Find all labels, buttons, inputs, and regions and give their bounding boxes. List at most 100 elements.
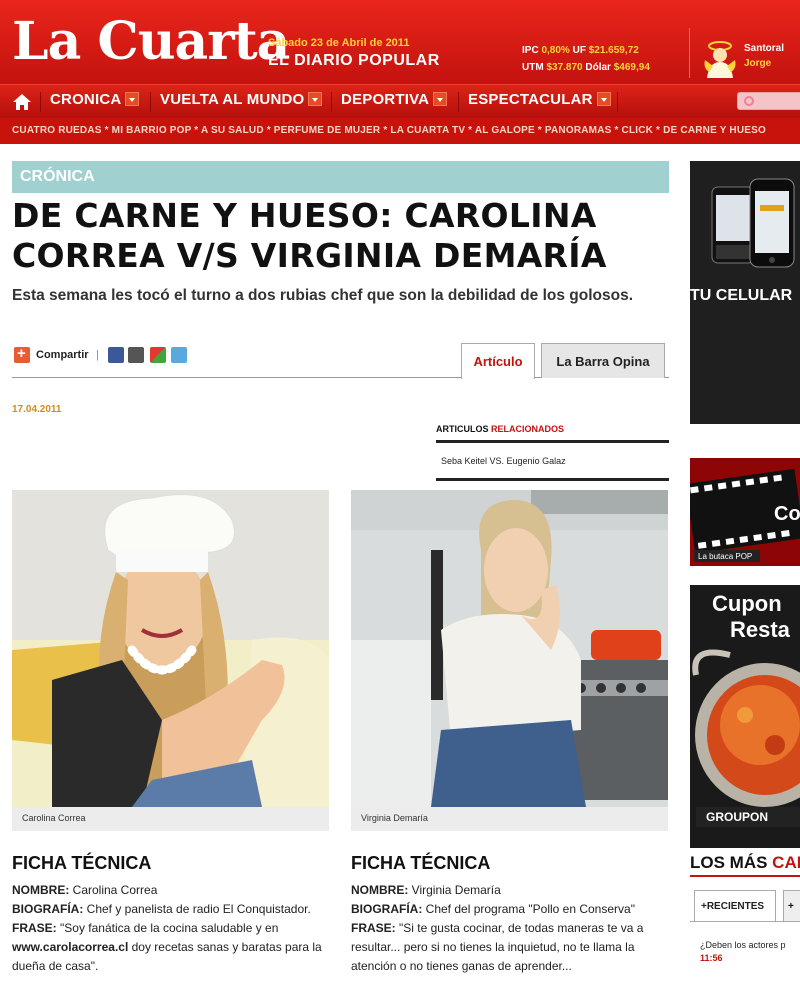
- santoral-label: Santoral: [744, 43, 785, 54]
- chevron-down-icon[interactable]: [596, 92, 611, 106]
- ad-text: TU CELULAR: [690, 287, 793, 304]
- los-mas-a: LOS MÁS: [690, 853, 773, 872]
- nav-divider: [331, 92, 332, 112]
- article-date: 17.04.2011: [12, 404, 62, 415]
- nav-item-label: ESPECTACULAR: [468, 91, 593, 108]
- news-time: 11:56: [700, 953, 723, 963]
- ad-la-butaca-pop[interactable]: Co La butaca POP: [690, 458, 800, 566]
- indicator-value: $469,94: [613, 62, 650, 73]
- photo-image: [351, 490, 668, 807]
- field-value: Virginia Demaría: [408, 883, 501, 897]
- chevron-down-icon[interactable]: [433, 92, 448, 106]
- ad-phone-banner[interactable]: TU CELULAR: [690, 161, 800, 424]
- indicator-label: UTM: [522, 62, 544, 73]
- tab-articulo[interactable]: Artículo: [461, 343, 535, 379]
- ficha-tecnica-carolina: NOMBRE: Carolina Correa BIOGRAFÍA: Chef …: [12, 881, 330, 976]
- chevron-down-icon[interactable]: [308, 92, 323, 106]
- nav-divider: [150, 92, 151, 112]
- section-bar: CRÓNICA: [12, 161, 669, 193]
- search-input[interactable]: [737, 92, 800, 110]
- related-title-b: RELACIONADOS: [491, 424, 565, 434]
- website-link[interactable]: www.carolacorrea.cl: [12, 940, 128, 954]
- twitter-icon[interactable]: [171, 347, 187, 363]
- field-label: BIOGRAFÍA:: [12, 902, 84, 916]
- share-divider: |: [96, 349, 99, 361]
- site-header: La Cuarta Sábado 23 de Abril de 2011 EL …: [0, 0, 800, 84]
- home-icon[interactable]: [12, 93, 32, 111]
- ad-brand: La butaca POP: [698, 552, 752, 561]
- photo-virginia-demaria[interactable]: [351, 490, 668, 807]
- photo-caption: Virginia Demaría: [351, 807, 668, 831]
- ficha-tecnica-heading: FICHA TÉCNICA: [12, 853, 152, 873]
- main-nav: CRONICA VUELTA AL MUNDO DEPORTIVA ESPECT…: [0, 84, 800, 118]
- ficha-tecnica-virginia: NOMBRE: Virginia Demaría BIOGRAFÍA: Chef…: [351, 881, 669, 976]
- indicator-value: $21.659,72: [588, 45, 639, 56]
- page: La Cuarta Sábado 23 de Abril de 2011 EL …: [0, 0, 800, 987]
- header-divider: [689, 28, 690, 78]
- sub-nav: CUATRO RUEDAS * MI BARRIO POP * A SU SAL…: [0, 118, 800, 144]
- field-value: "Soy fanática de la cocina saludable y e…: [56, 921, 279, 935]
- nav-divider: [458, 92, 459, 112]
- related-link[interactable]: Seba Keitel VS. Eugenio Galaz: [436, 443, 669, 481]
- indicator-label: Dólar: [585, 62, 611, 73]
- headline-line: CORREA V/S VIRGINIA DEMARÍA: [12, 236, 607, 275]
- news-link[interactable]: ¿Deben los actores p: [700, 940, 786, 950]
- nav-divider: [617, 92, 618, 112]
- saint-icon[interactable]: [703, 38, 737, 78]
- sub-nav-links[interactable]: CUATRO RUEDAS * MI BARRIO POP * A SU SAL…: [12, 125, 766, 136]
- svg-text:Co: Co: [774, 503, 800, 525]
- tab-more[interactable]: +: [783, 890, 800, 922]
- photo-caption: Carolina Correa: [12, 807, 329, 831]
- los-mas-b: CAL: [772, 853, 800, 872]
- nav-item-label: CRONICA: [50, 91, 122, 108]
- film-strip-image: Co La butaca POP: [690, 458, 800, 566]
- los-mas-divider: [690, 875, 800, 877]
- tab-underline: [690, 921, 800, 922]
- site-logo[interactable]: La Cuarta: [12, 14, 290, 70]
- section-label[interactable]: CRÓNICA: [20, 168, 95, 186]
- field-label: BIOGRAFÍA:: [351, 902, 423, 916]
- ad-line: Resta: [730, 617, 790, 642]
- tab-recientes[interactable]: +RECIENTES: [694, 890, 776, 922]
- economic-indicators: IPC 0,80% UF $21.659,72 UTM $37.870 Dóla…: [522, 42, 650, 76]
- related-articles: ARTICULOS RELACIONADOS Seba Keitel VS. E…: [436, 424, 669, 481]
- related-title: ARTICULOS RELACIONADOS: [436, 424, 669, 434]
- nav-divider: [40, 92, 41, 112]
- nav-item-espectacular[interactable]: ESPECTACULAR: [468, 91, 611, 108]
- ad-headline: Cupon Resta: [712, 591, 790, 643]
- nav-item-deportiva[interactable]: DEPORTIVA: [341, 91, 448, 108]
- ad-line: Cupon: [712, 591, 782, 616]
- field-value: Chef y panelista de radio El Conquistado…: [83, 902, 311, 916]
- chevron-down-icon[interactable]: [125, 92, 140, 106]
- field-value: Carolina Correa: [69, 883, 158, 897]
- tab-la-barra-opina[interactable]: La Barra Opina: [541, 343, 665, 378]
- ficha-tecnica-heading: FICHA TÉCNICA: [351, 853, 491, 873]
- nav-item-label: VUELTA AL MUNDO: [160, 91, 305, 108]
- photo-carolina-correa[interactable]: [12, 490, 329, 807]
- field-label: FRASE:: [351, 921, 396, 935]
- nav-item-cronica[interactable]: CRONICA: [50, 91, 140, 108]
- share-icon[interactable]: [14, 345, 30, 363]
- indicator-value: $37.870: [546, 62, 583, 73]
- nav-item-label: DEPORTIVA: [341, 91, 430, 108]
- field-value: Chef del programa "Pollo en Conserva": [422, 902, 635, 916]
- santoral[interactable]: Santoral Jorge: [744, 41, 784, 71]
- nav-item-vuelta-al-mundo[interactable]: VUELTA AL MUNDO: [160, 91, 323, 108]
- site-tagline: EL DIARIO POPULAR: [268, 52, 440, 69]
- los-mas-heading: LOS MÁS CAL: [690, 853, 800, 873]
- groupon-logo: GROUPON: [696, 807, 800, 827]
- headline-line: DE CARNE Y HUESO: CAROLINA: [12, 196, 597, 235]
- share-button[interactable]: Compartir: [36, 349, 89, 361]
- myspace-icon[interactable]: [128, 347, 144, 363]
- search-icon: [744, 96, 754, 106]
- santoral-name: Jorge: [744, 58, 772, 69]
- field-label: FRASE:: [12, 921, 57, 935]
- field-label: NOMBRE:: [351, 883, 409, 897]
- indicator-label: UF: [572, 45, 586, 56]
- facebook-icon[interactable]: [108, 347, 124, 363]
- article-headline: DE CARNE Y HUESO: CAROLINA CORREA V/S VI…: [12, 196, 672, 276]
- ad-groupon[interactable]: Cupon Resta GROUPON: [690, 585, 800, 848]
- photo-image: [12, 490, 329, 807]
- indicator-label: IPC: [522, 45, 539, 56]
- bookmark-icon[interactable]: [150, 347, 166, 363]
